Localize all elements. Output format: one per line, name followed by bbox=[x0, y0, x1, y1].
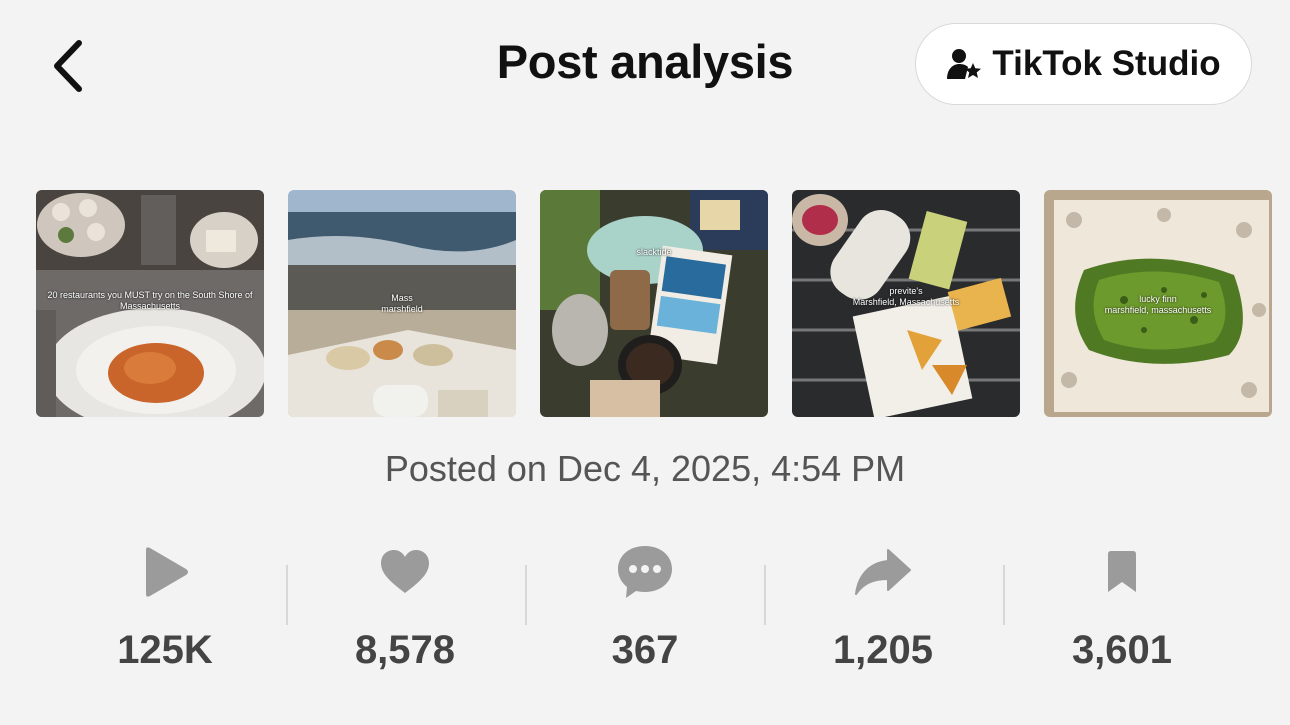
tiktok-studio-button[interactable]: TikTok Studio bbox=[915, 23, 1252, 105]
stat-value: 125K bbox=[117, 628, 213, 672]
tiktok-studio-label: TikTok Studio bbox=[992, 44, 1221, 83]
thumbnail-caption: Mass marshfield bbox=[381, 293, 423, 314]
creator-icon bbox=[947, 49, 982, 79]
stat-value: 3,601 bbox=[1071, 628, 1173, 672]
thumbnail-2[interactable]: Mass marshfield bbox=[288, 190, 516, 417]
thumbnail-caption: previte's Marshfield, Massachusetts bbox=[852, 286, 960, 307]
thumbnail-caption: 20 restaurants you MUST try on the South… bbox=[47, 290, 253, 311]
stat-value: 1,205 bbox=[832, 628, 934, 672]
coffee-photo bbox=[540, 190, 768, 417]
thumbnail-1[interactable]: 20 restaurants you MUST try on the South… bbox=[36, 190, 264, 417]
stat-value: 367 bbox=[611, 628, 679, 672]
thumbnail-3[interactable]: slacktide bbox=[540, 190, 768, 417]
stat-views: 125K bbox=[45, 540, 285, 673]
posted-date: Posted on Dec 4, 2025, 4:54 PM bbox=[384, 448, 906, 489]
thumbnail-caption: lucky finn marshfield, massachusetts bbox=[1104, 294, 1212, 315]
stat-comments: 367 bbox=[525, 540, 765, 673]
share-icon bbox=[855, 549, 911, 595]
thumbnail-4[interactable]: previte's Marshfield, Massachusetts bbox=[792, 190, 1020, 417]
stat-shares: 1,205 bbox=[763, 540, 1003, 673]
thumbnail-caption: slacktide bbox=[636, 247, 672, 257]
play-icon bbox=[146, 547, 188, 597]
comment-icon bbox=[618, 546, 672, 598]
thumbnail-5[interactable]: lucky finn marshfield, massachusetts bbox=[1044, 190, 1272, 417]
heart-icon bbox=[381, 550, 429, 593]
stat-saves: 3,601 bbox=[1002, 540, 1242, 673]
bookmark-icon bbox=[1108, 551, 1136, 592]
stat-value: 8,578 bbox=[354, 628, 456, 672]
stat-likes: 8,578 bbox=[285, 540, 525, 673]
